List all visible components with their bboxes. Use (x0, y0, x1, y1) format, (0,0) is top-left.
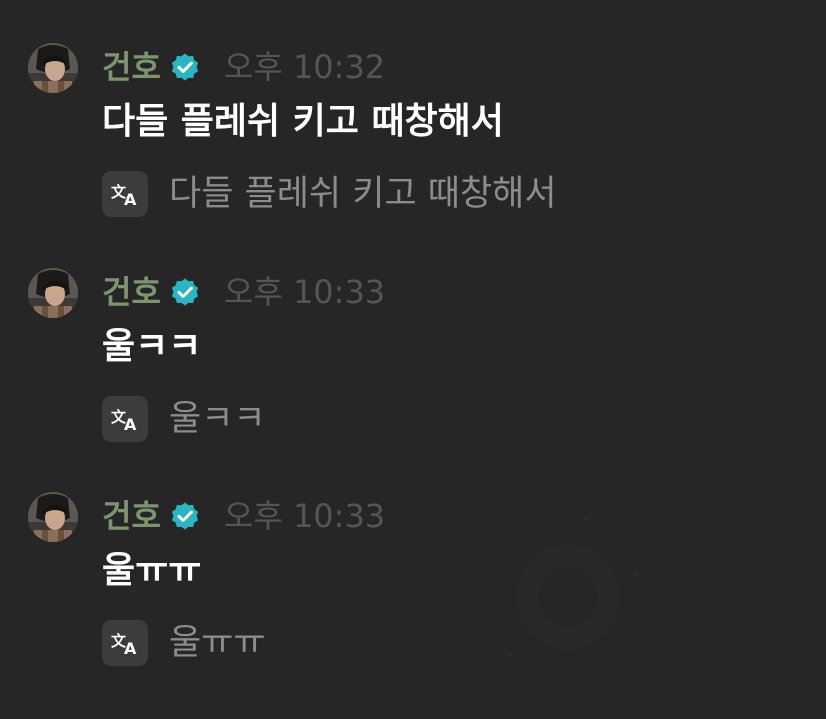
message-header: 건호 오후 10:33 (102, 496, 385, 536)
translated-text: 다들 플레쉬 키고 때창해서 (169, 174, 557, 214)
author-name[interactable]: 건호 (102, 496, 161, 536)
author-name[interactable]: 건호 (102, 272, 161, 312)
verified-badge-icon (170, 52, 200, 82)
message-header: 건호 오후 10:33 (102, 272, 385, 312)
svg-text:A: A (124, 639, 137, 658)
chat-message: 건호 오후 10:32 다들 플레쉬 키고 때창해서 文 A 다들 플레쉬 키고… (0, 43, 826, 263)
verified-badge-icon (170, 277, 200, 307)
timestamp: 오후 10:33 (223, 497, 386, 535)
chat-message: 건호 오후 10:33 울ㅋㅋ 文 A 울ㅋㅋ (0, 268, 826, 488)
message-text: 울ㅋㅋ (102, 326, 202, 367)
timestamp: 오후 10:33 (223, 273, 386, 311)
translation-row: 文 A 울ㅋㅋ (102, 396, 266, 442)
translate-icon[interactable]: 文 A (102, 620, 148, 666)
message-text: 울ㅠㅠ (102, 550, 202, 591)
avatar[interactable] (28, 43, 78, 93)
translate-icon[interactable]: 文 A (102, 396, 148, 442)
verified-badge-icon (170, 501, 200, 531)
translation-row: 文 A 울ㅠㅠ (102, 620, 266, 666)
svg-text:A: A (124, 415, 137, 434)
translated-text: 울ㅠㅠ (169, 623, 266, 663)
message-header: 건호 오후 10:32 (102, 47, 385, 87)
message-text: 다들 플레쉬 키고 때창해서 (102, 101, 504, 142)
timestamp: 오후 10:32 (223, 48, 386, 86)
avatar[interactable] (28, 492, 78, 542)
translate-icon[interactable]: 文 A (102, 171, 148, 217)
author-name[interactable]: 건호 (102, 47, 161, 87)
translation-row: 文 A 다들 플레쉬 키고 때창해서 (102, 171, 557, 217)
avatar[interactable] (28, 268, 78, 318)
svg-text:A: A (124, 190, 137, 209)
chat-message: 건호 오후 10:33 울ㅠㅠ 文 A 울ㅠㅠ (0, 492, 826, 712)
translated-text: 울ㅋㅋ (169, 399, 266, 439)
